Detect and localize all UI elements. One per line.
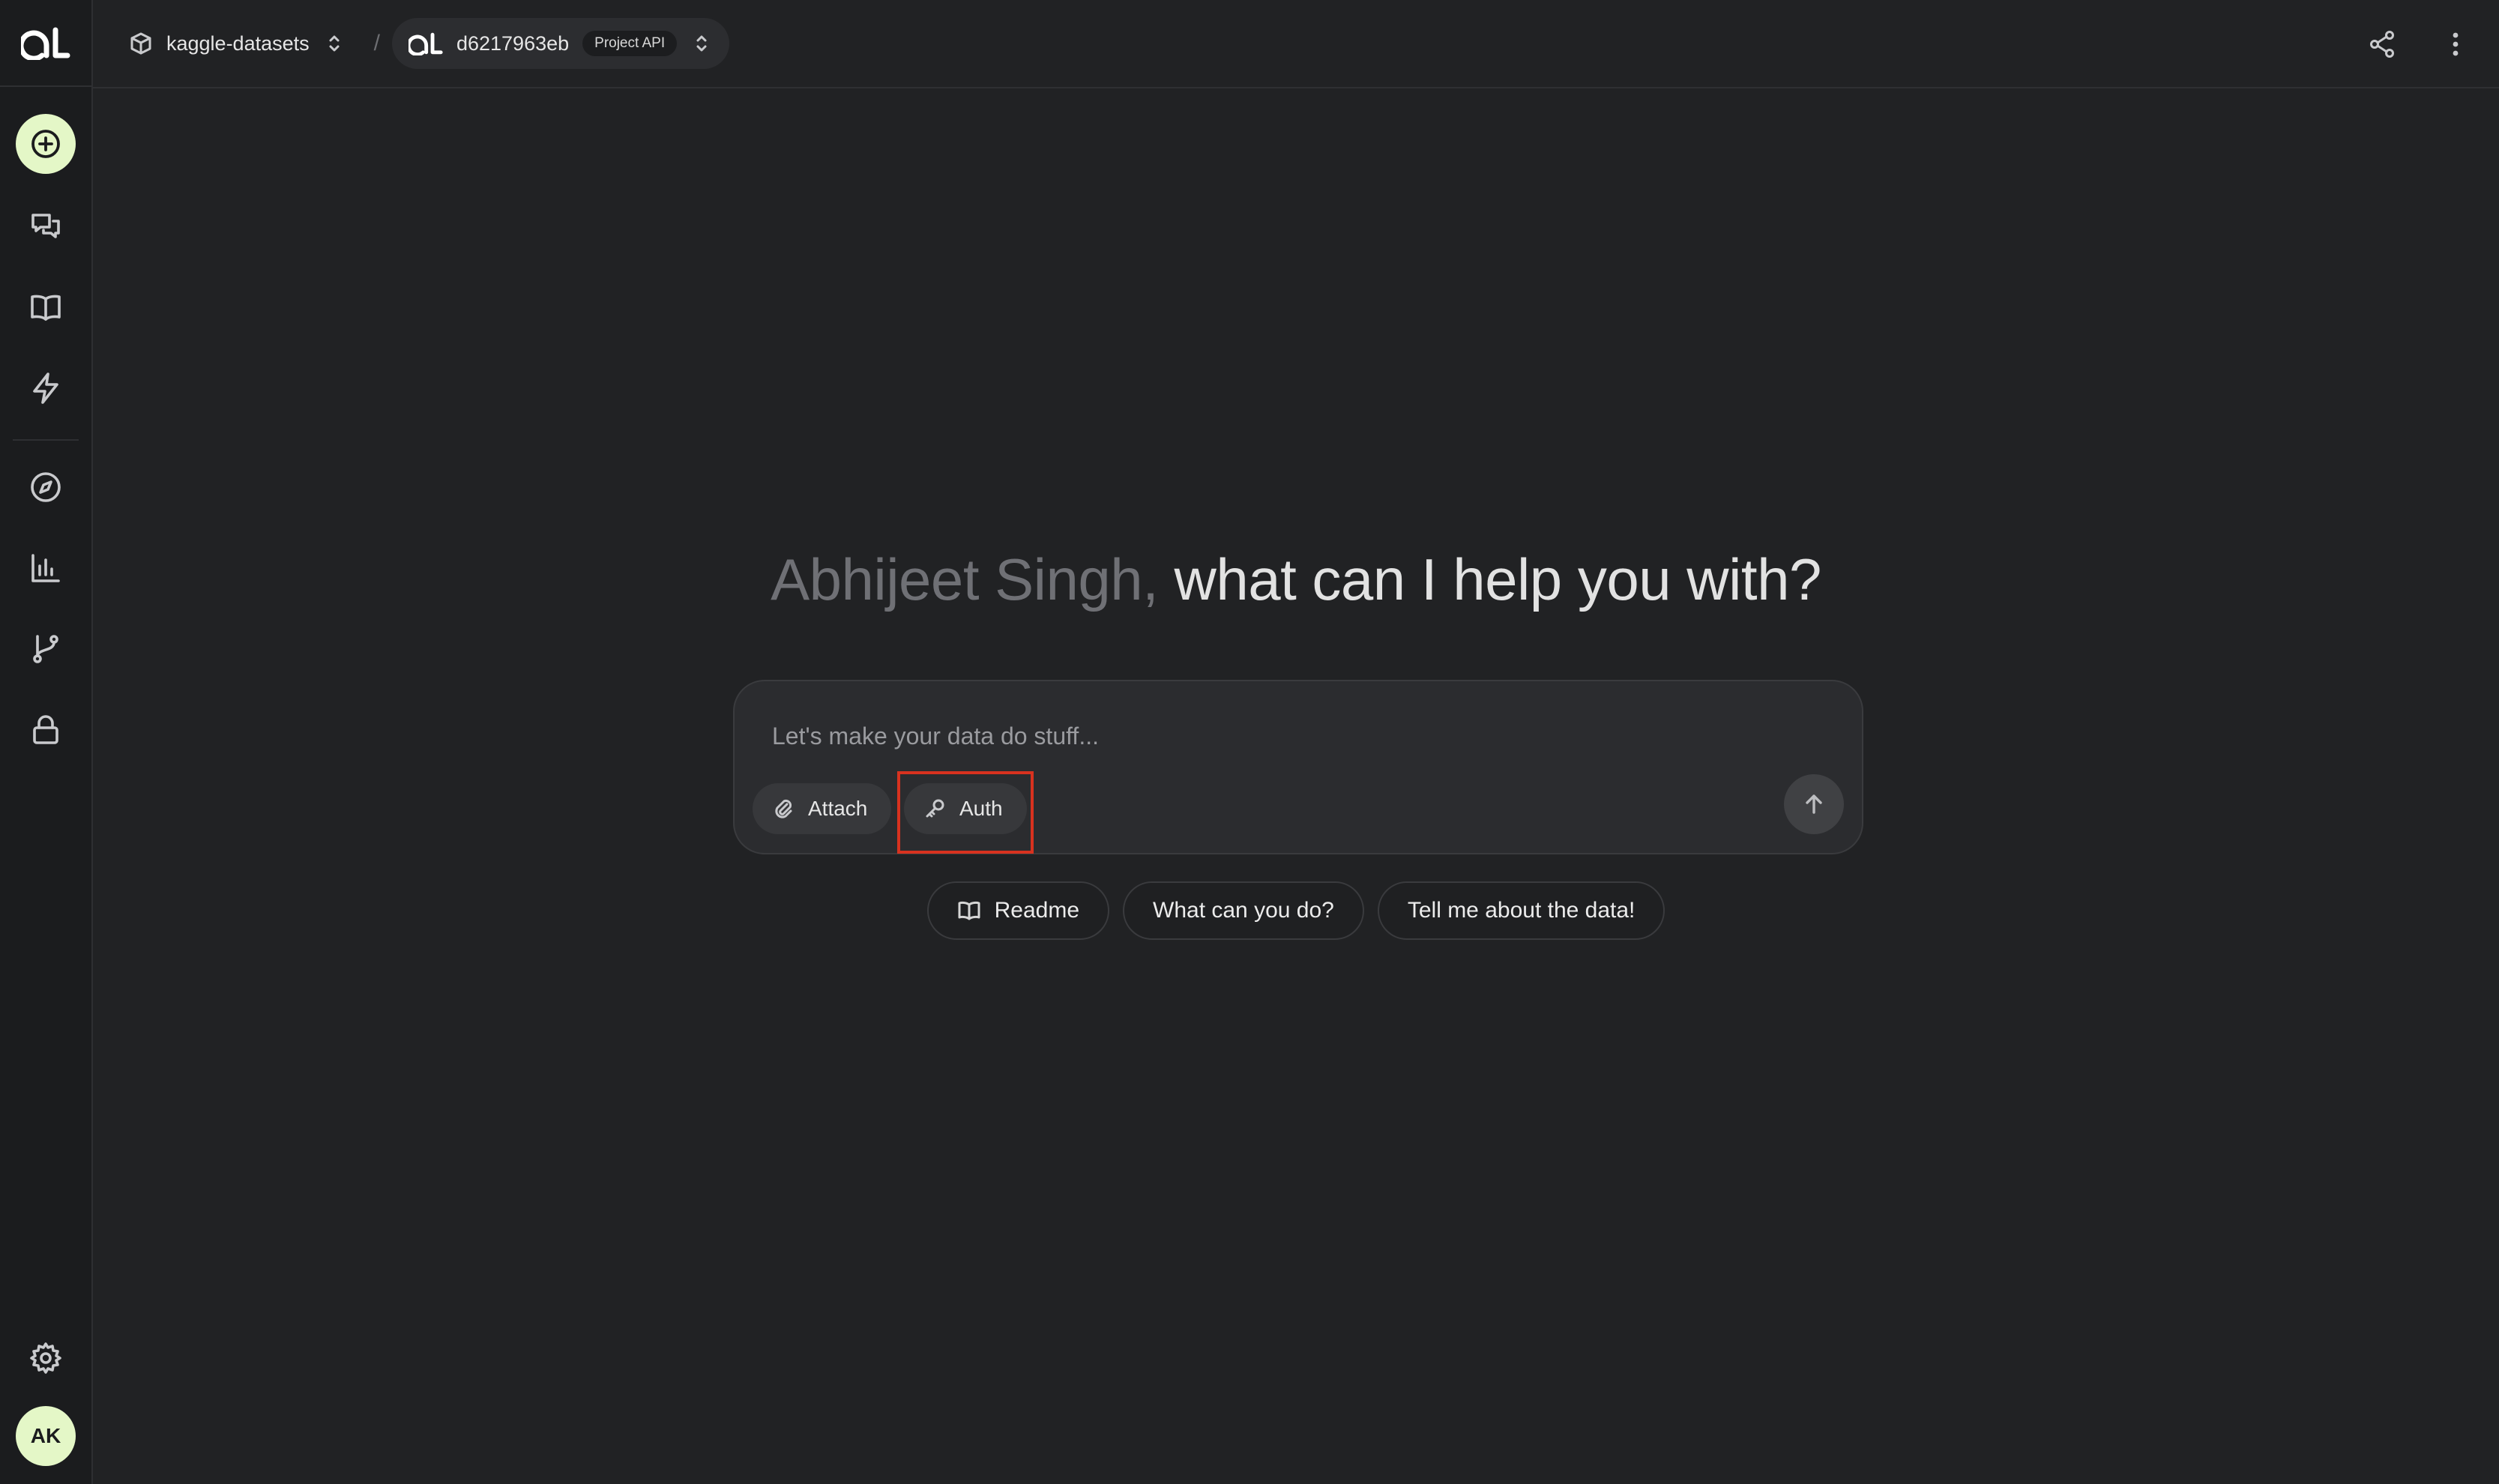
sidebar: AK <box>0 0 93 1484</box>
project-selector[interactable]: d6217963eb Project API <box>391 18 730 69</box>
suggestion-label: Readme <box>994 898 1080 923</box>
sidebar-divider <box>13 439 79 441</box>
new-chat-button[interactable] <box>16 114 76 174</box>
settings-button[interactable] <box>16 1328 76 1388</box>
attach-button[interactable]: Attach <box>753 783 892 834</box>
greeting-heading: Abhijeet Singh, what can I help you with… <box>93 546 2499 614</box>
share-button[interactable] <box>2357 19 2408 70</box>
chevron-up-down-icon <box>329 35 340 52</box>
suggestion-chips: Readme What can you do? Tell me about th… <box>0 881 2499 940</box>
more-options-button[interactable] <box>2430 19 2481 70</box>
chevron-up-down-icon <box>696 35 707 52</box>
attach-label: Attach <box>808 797 868 820</box>
compass-icon <box>31 472 61 502</box>
book-open-icon <box>31 295 61 321</box>
plus-circle-icon <box>31 130 60 158</box>
top-bar: kaggle-datasets / d6217963eb Project API <box>93 0 2499 88</box>
sidebar-item-security[interactable] <box>16 700 76 760</box>
auth-button[interactable]: Auth <box>904 783 1027 834</box>
gear-icon <box>30 1342 61 1374</box>
arrow-up-icon <box>1806 794 1822 814</box>
brand-logo-icon <box>408 32 443 55</box>
cube-icon <box>130 32 151 55</box>
app-root: AK kaggle-datasets / d6217963eb Project … <box>0 0 2499 1484</box>
suggestion-about-data[interactable]: Tell me about the data! <box>1377 881 1666 940</box>
share-icon <box>2370 31 2394 58</box>
suggestion-label: What can you do? <box>1153 898 1334 923</box>
more-vertical-icon <box>2453 32 2459 56</box>
book-open-icon <box>958 901 980 920</box>
prompt-box: Attach Auth <box>733 680 1863 854</box>
project-id: d6217963eb <box>456 31 570 55</box>
sidebar-item-docs[interactable] <box>16 277 76 337</box>
suggestion-label: Tell me about the data! <box>1407 898 1636 923</box>
greeting-user-name: Abhijeet Singh, <box>771 546 1159 612</box>
send-button[interactable] <box>1784 774 1844 834</box>
breadcrumb-separator: / <box>373 31 380 55</box>
bar-chart-icon <box>31 554 60 582</box>
suggestion-readme[interactable]: Readme <box>926 881 1110 940</box>
logo[interactable] <box>0 0 92 87</box>
sidebar-item-branches[interactable] <box>16 619 76 679</box>
chat-bubbles-icon <box>31 214 60 238</box>
project-type-badge: Project API <box>582 31 678 56</box>
workspace-name: kaggle-datasets <box>166 31 310 55</box>
key-icon <box>926 799 944 818</box>
paperclip-icon <box>775 799 792 818</box>
suggestion-capabilities[interactable]: What can you do? <box>1123 881 1364 940</box>
workspace-selector[interactable]: kaggle-datasets <box>112 18 362 69</box>
sidebar-item-chats[interactable] <box>16 196 76 256</box>
lightning-icon <box>33 372 58 404</box>
sidebar-item-analytics[interactable] <box>16 538 76 598</box>
sidebar-item-explore[interactable] <box>16 457 76 517</box>
top-actions <box>2357 19 2481 70</box>
avatar-initials: AK <box>30 1424 61 1447</box>
sidebar-item-actions[interactable] <box>16 358 76 418</box>
git-branch-icon <box>33 635 58 663</box>
greeting-question: what can I help you with? <box>1174 546 1822 612</box>
auth-label: Auth <box>959 797 1003 820</box>
lock-icon <box>33 715 58 744</box>
user-avatar[interactable]: AK <box>16 1406 76 1466</box>
prompt-input[interactable] <box>772 717 1746 755</box>
brand-logo-icon <box>21 27 70 60</box>
